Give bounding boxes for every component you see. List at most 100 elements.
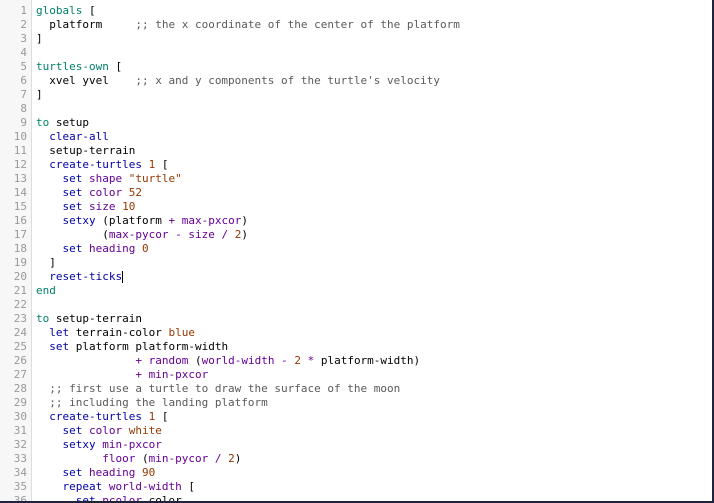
code-token: to bbox=[36, 312, 50, 325]
code-token: ] bbox=[36, 32, 43, 45]
code-line[interactable]: 31 set color white bbox=[0, 424, 712, 438]
code-line[interactable]: 34 set heading 90 bbox=[0, 466, 712, 480]
code-line[interactable]: 10 clear-all bbox=[0, 130, 712, 144]
code-token: set bbox=[62, 186, 83, 199]
code-line[interactable]: 1 globals [ bbox=[0, 4, 712, 18]
code-line[interactable]: 9 to setup bbox=[0, 116, 712, 130]
code-text: (max-pycor - size / 2) bbox=[36, 228, 248, 242]
code-token: 52 bbox=[128, 186, 142, 199]
code-line[interactable]: 8 bbox=[0, 102, 712, 116]
code-line[interactable]: 23 to setup-terrain bbox=[0, 312, 712, 326]
code-editor[interactable]: 1 globals [2 platform ;; the x coordinate… bbox=[0, 0, 714, 503]
code-text: ;; first use a turtle to draw the surfac… bbox=[36, 382, 400, 396]
code-line[interactable]: 5 turtles-own [ bbox=[0, 60, 712, 74]
code-token: set bbox=[75, 494, 96, 503]
code-line[interactable]: 2 platform ;; the x coordinate of the ce… bbox=[0, 18, 712, 32]
code-line[interactable]: 16 setxy (platform + max-pxcor) bbox=[0, 214, 712, 228]
code-text: xvel yvel ;; x and y components of the t… bbox=[36, 74, 440, 88]
code-line[interactable]: 15 set size 10 bbox=[0, 200, 712, 214]
code-text: + min-pxcor bbox=[36, 368, 208, 382]
line-number: 14 bbox=[13, 186, 27, 199]
line-number: 2 bbox=[20, 18, 27, 31]
code-token: platform-width) bbox=[314, 354, 421, 367]
code-line[interactable]: 7] bbox=[0, 88, 712, 102]
code-token: 2 bbox=[228, 452, 235, 465]
code-line[interactable]: 25 set platform platform-width bbox=[0, 340, 712, 354]
code-line[interactable]: 36 set pcolor color bbox=[0, 494, 712, 503]
line-number: 1 bbox=[20, 4, 27, 17]
code-token: setup bbox=[49, 116, 89, 129]
code-token: [ bbox=[108, 60, 123, 73]
code-text: ;; including the landing platform bbox=[36, 396, 268, 410]
code-text: end bbox=[36, 284, 56, 298]
code-text: set pcolor color bbox=[36, 494, 182, 503]
code-text: reset-ticks bbox=[36, 270, 124, 284]
code-line[interactable]: 30 create-turtles 1 [ bbox=[0, 410, 712, 424]
code-token: size bbox=[188, 228, 215, 241]
code-lines[interactable]: 1 globals [2 platform ;; the x coordinate… bbox=[0, 4, 712, 503]
code-text: setxy min-pxcor bbox=[36, 438, 162, 452]
code-token: end bbox=[36, 284, 56, 297]
code-token: set bbox=[62, 172, 83, 185]
code-line[interactable]: 13 set shape "turtle" bbox=[0, 172, 712, 186]
code-text: floor (min-pycor / 2) bbox=[36, 452, 241, 466]
code-line[interactable]: 21 end bbox=[0, 284, 712, 298]
code-line[interactable]: 14 set color 52 bbox=[0, 186, 712, 200]
code-line[interactable]: 33 floor (min-pycor / 2) bbox=[0, 452, 712, 466]
code-text: create-turtles 1 [ bbox=[36, 158, 168, 172]
code-text: create-turtles 1 [ bbox=[36, 410, 168, 424]
code-line[interactable]: 17 (max-pycor - size / 2) bbox=[0, 228, 712, 242]
line-number: 33 bbox=[13, 452, 27, 465]
code-line[interactable]: 3] bbox=[0, 32, 712, 46]
code-line[interactable]: 12 create-turtles 1 [ bbox=[0, 158, 712, 172]
code-token: 2 bbox=[294, 354, 301, 367]
code-token: clear-all bbox=[49, 130, 109, 143]
code-text: setup-terrain bbox=[36, 144, 135, 158]
code-token: floor bbox=[102, 452, 136, 465]
code-token: "turtle" bbox=[128, 172, 182, 185]
code-line[interactable]: 35 repeat world-width [ bbox=[0, 480, 712, 494]
code-token: pcolor bbox=[102, 494, 142, 503]
code-line[interactable]: 22 bbox=[0, 298, 712, 312]
code-line[interactable]: 18 set heading 0 bbox=[0, 242, 712, 256]
code-token: setxy bbox=[62, 214, 96, 227]
code-line[interactable]: 27 + min-pxcor bbox=[0, 368, 712, 382]
line-number: 29 bbox=[13, 396, 27, 409]
line-number: 17 bbox=[13, 228, 27, 241]
line-number: 3 bbox=[20, 32, 27, 45]
code-token: ;; including the landing platform bbox=[49, 396, 268, 409]
code-token: min-pycor bbox=[148, 452, 209, 465]
code-line[interactable]: 11 setup-terrain bbox=[0, 144, 712, 158]
code-token: min-pxcor bbox=[148, 368, 209, 381]
line-number: 32 bbox=[13, 438, 27, 451]
code-line[interactable]: 26 + random (world-width - 2 * platform-… bbox=[0, 354, 712, 368]
code-token: to bbox=[36, 116, 50, 129]
code-text: set size 10 bbox=[36, 200, 136, 214]
code-token: random bbox=[148, 354, 189, 367]
code-line[interactable]: 24 let terrain-color blue bbox=[0, 326, 712, 340]
code-token: platform platform-width bbox=[69, 340, 229, 353]
code-line[interactable]: 6 xvel yvel ;; x and y components of the… bbox=[0, 74, 712, 88]
code-token: create-turtles bbox=[49, 158, 142, 171]
code-line[interactable]: 29 ;; including the landing platform bbox=[0, 396, 712, 410]
code-text: ] bbox=[36, 32, 43, 46]
code-line[interactable]: 28 ;; first use a turtle to draw the sur… bbox=[0, 382, 712, 396]
code-line[interactable]: 32 setxy min-pxcor bbox=[0, 438, 712, 452]
code-line[interactable]: 20 reset-ticks bbox=[0, 270, 712, 284]
code-token: terrain-color bbox=[69, 326, 169, 339]
code-line[interactable]: 19 ] bbox=[0, 256, 712, 270]
code-line[interactable]: 4 bbox=[0, 46, 712, 60]
line-number: 8 bbox=[20, 102, 27, 115]
